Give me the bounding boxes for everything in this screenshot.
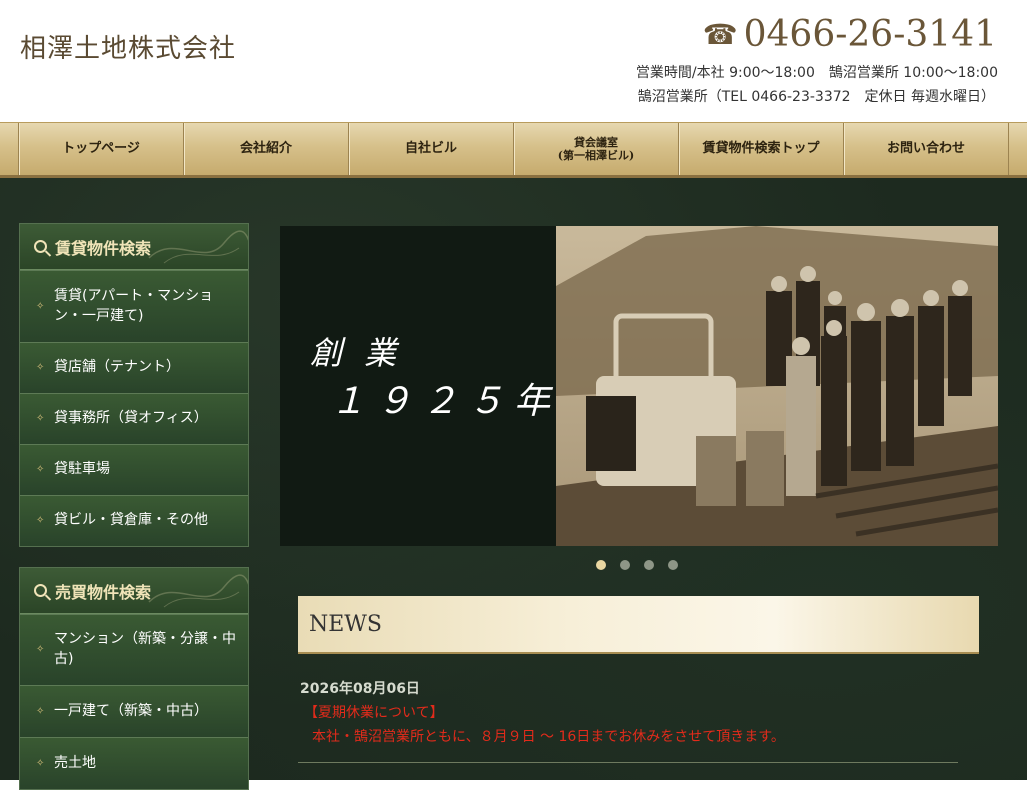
sidebar-item-rental-residence[interactable]: ✧ 賃貸(アパート・マンション・一戸建て) [20,270,248,342]
branch-office-info: 鵠沼営業所（TEL 0466-23-3372 定休日 毎週水曜日） [637,89,995,105]
news-divider [298,762,958,763]
nav-item-meeting-room[interactable]: 貸会議室 (第一相澤ビル) [513,123,678,175]
company-logo[interactable]: 相澤土地株式会社 [20,28,236,65]
news-heading: NEWS [298,596,979,654]
sidebar-item-sale-house[interactable]: ✧ 一戸建て（新築・中古） [20,685,248,737]
bullet-icon: ✧ [36,300,45,312]
sale-search-title: 売買物件検索 [55,582,152,602]
historic-photo-illustration [556,226,998,546]
telephone-icon: ☎ [702,18,738,51]
phone-number-text: 0466-26-3141 [743,14,997,55]
nav-item-own-building[interactable]: 自社ビル [348,123,513,175]
slider-pagination [596,560,678,570]
hero-slider[interactable]: 創 業 １９２５年 [280,226,998,546]
bullet-icon: ✧ [36,515,45,526]
sidebar-item-rental-office[interactable]: ✧ 貸事務所（貸オフィス） [20,393,248,444]
bullet-icon: ✧ [36,362,45,373]
slide-caption-founded: 創 業 [310,334,403,372]
bullet-icon: ✧ [36,644,45,655]
rental-search-box: 賃貸物件検索 ✧ 賃貸(アパート・マンション・一戸建て) ✧ 貸店舗（テナント）… [19,223,249,547]
nav-item-company[interactable]: 会社紹介 [183,123,348,175]
slide-caption-year: １９２５年 [330,381,561,422]
global-nav: トップページ 会社紹介 自社ビル 貸会議室 (第一相澤ビル) 賃貸物件検索トップ… [0,122,1027,178]
slider-dot-2[interactable] [620,560,630,570]
bullet-icon: ✧ [36,413,45,424]
rental-search-header: 賃貸物件検索 [20,224,248,270]
search-icon [34,240,47,253]
business-hours: 営業時間/本社 9:00～18:00 鵠沼営業所 10:00～18:00 [635,65,998,81]
sale-search-header: 売買物件検索 [20,568,248,614]
site-header: 相澤土地株式会社 ☎ 0466-26-3141 営業時間/本社 9:00～18:… [0,0,1027,122]
news-body: 本社・鵠沼営業所ともに、８月９日 ～ 16日までお休みをさせて頂きます。 [312,729,785,745]
news-date: 2026年08月06日 [300,681,420,697]
sidebar-item-sale-land[interactable]: ✧ 売土地 [20,737,248,789]
slider-dot-1[interactable] [596,560,606,570]
main-content: 賃貸物件検索 ✧ 賃貸(アパート・マンション・一戸建て) ✧ 貸店舗（テナント）… [0,178,1027,790]
slider-dot-4[interactable] [668,560,678,570]
phone-number: ☎ 0466-26-3141 [703,14,997,55]
nav-item-top[interactable]: トップページ [18,123,183,175]
sidebar-item-rental-parking[interactable]: ✧ 貸駐車場 [20,444,248,495]
rental-search-title: 賃貸物件検索 [55,238,152,258]
flourish-ornament [148,574,248,608]
sidebar-item-rental-other[interactable]: ✧ 貸ビル・貸倉庫・その他 [20,495,248,546]
nav-item-rental-search[interactable]: 賃貸物件検索トップ [678,123,843,175]
bullet-icon: ✧ [36,705,45,717]
bullet-icon: ✧ [36,757,45,769]
bullet-icon: ✧ [36,464,45,475]
flourish-ornament [148,230,248,264]
news-title-link[interactable]: 【夏期休業について】 [304,702,444,722]
slider-dot-3[interactable] [644,560,654,570]
sidebar-item-sale-mansion[interactable]: ✧ マンション（新築・分譲・中古) [20,614,248,685]
historic-photo [556,226,998,546]
sidebar-item-rental-store[interactable]: ✧ 貸店舗（テナント） [20,342,248,393]
nav-item-contact[interactable]: お問い合わせ [843,123,1009,175]
news-heading-text: NEWS [309,611,382,637]
search-icon [34,584,47,597]
sale-search-box: 売買物件検索 ✧ マンション（新築・分譲・中古) ✧ 一戸建て（新築・中古） ✧… [19,567,249,790]
